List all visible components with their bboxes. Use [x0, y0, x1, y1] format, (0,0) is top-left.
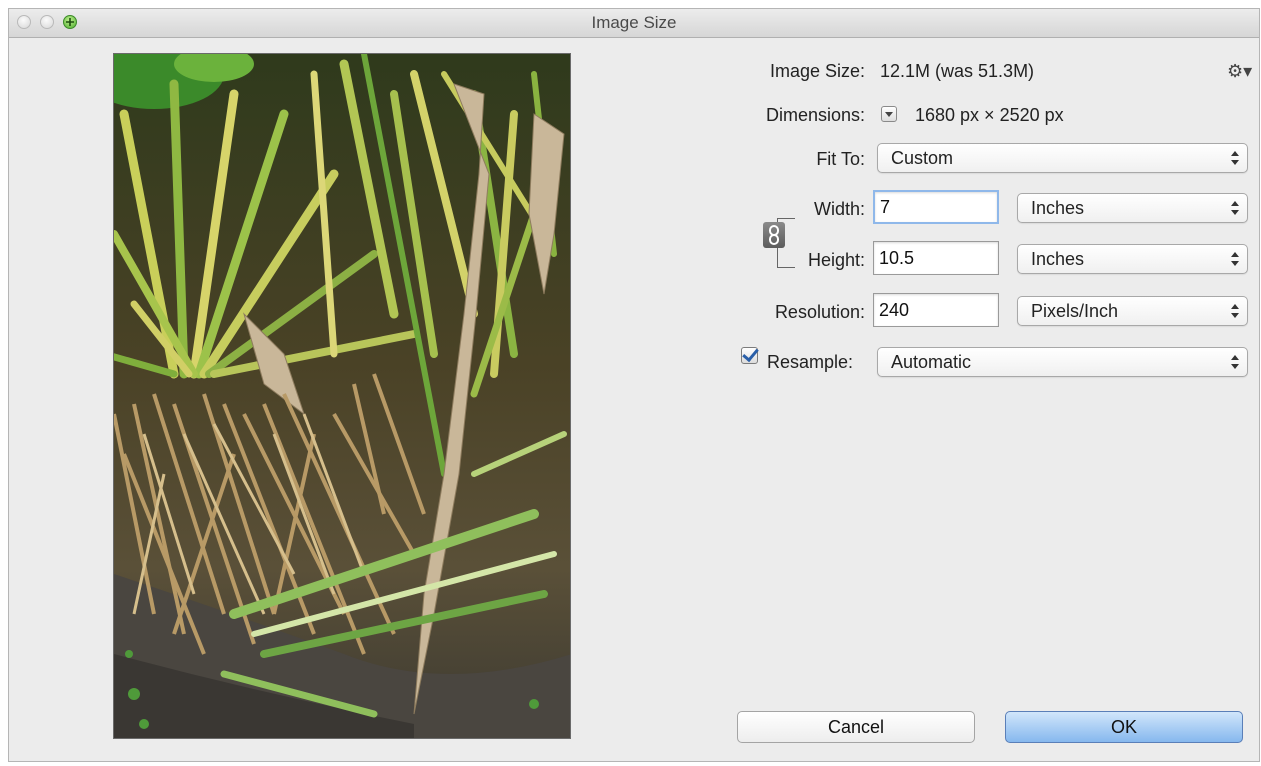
width-unit-value: Inches [1031, 198, 1085, 218]
fit-to-label: Fit To: [816, 149, 865, 169]
dimensions-menu-icon[interactable] [881, 106, 897, 122]
height-unit-value: Inches [1031, 249, 1085, 269]
select-arrows-icon [1231, 199, 1239, 217]
dimensions-label: Dimensions: [765, 105, 865, 125]
resolution-unit-select[interactable]: Pixels/Inch [1017, 296, 1248, 326]
height-unit-select[interactable]: Inches [1017, 244, 1248, 274]
image-size-label: Image Size: [769, 61, 865, 81]
width-label: Width: [813, 199, 865, 219]
resolution-input[interactable] [873, 293, 999, 327]
resample-checkbox[interactable] [741, 347, 758, 364]
width-unit-select[interactable]: Inches [1017, 193, 1248, 223]
title-bar: Image Size [9, 9, 1259, 38]
gear-icon[interactable]: ⚙▾ [1227, 61, 1252, 82]
image-preview[interactable] [113, 53, 571, 739]
height-label: Height: [807, 250, 865, 270]
dimensions-value: 1680 px × 2520 px [915, 105, 1064, 125]
resample-select[interactable]: Automatic [877, 347, 1248, 377]
cancel-button[interactable]: Cancel [737, 711, 975, 743]
resolution-label: Resolution: [774, 302, 865, 322]
resample-value: Automatic [891, 352, 972, 372]
chain-glyph [769, 225, 779, 245]
ok-button[interactable]: OK [1005, 711, 1243, 743]
plant-photo [114, 54, 570, 738]
fit-to-value: Custom [891, 148, 954, 168]
chain-link-icon[interactable] [763, 222, 785, 248]
select-arrows-icon [1231, 149, 1239, 167]
image-size-dialog: Image Size Image Size: 12.1M (was 51.3M)… [8, 8, 1260, 762]
select-arrows-icon [1231, 302, 1239, 320]
fit-to-select[interactable]: Custom [877, 143, 1248, 173]
window-title: Image Size [591, 13, 677, 32]
image-size-value: 12.1M (was 51.3M) [880, 61, 1035, 81]
resample-label: Resample: [767, 352, 854, 372]
height-input[interactable] [873, 241, 999, 275]
select-arrows-icon [1231, 353, 1239, 371]
resolution-unit-value: Pixels/Inch [1031, 301, 1119, 321]
select-arrows-icon [1231, 250, 1239, 268]
width-input[interactable] [873, 190, 999, 224]
